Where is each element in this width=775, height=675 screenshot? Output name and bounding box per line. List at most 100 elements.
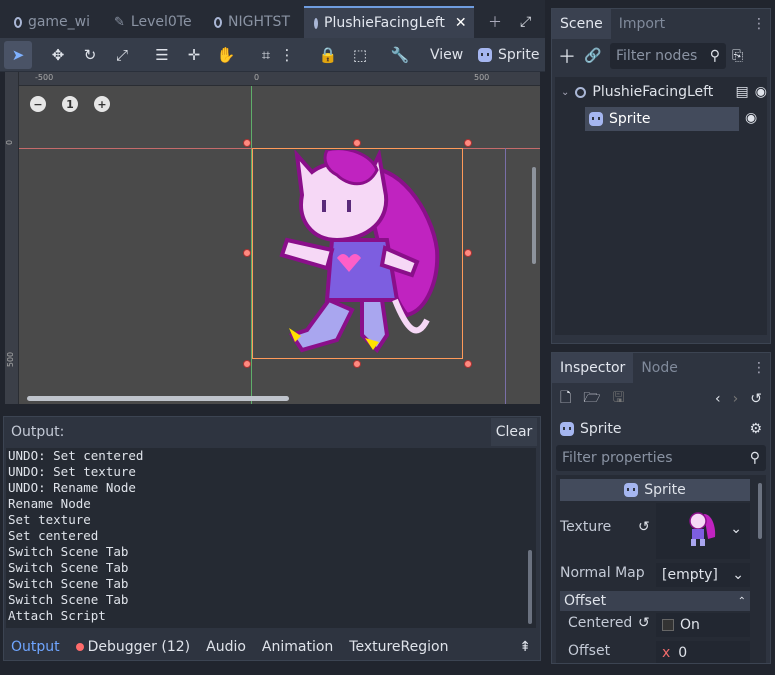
search-icon: ⚲ bbox=[749, 450, 760, 466]
menu-icon[interactable]: ⋮ bbox=[752, 360, 770, 376]
group-icon[interactable]: ⬚ bbox=[346, 41, 374, 69]
attach-script-icon[interactable]: ⎘ bbox=[732, 48, 752, 64]
chevron-down-icon[interactable]: ⌄ bbox=[561, 87, 569, 98]
inspector-toolbar: 🗋 🗁 🖫 ‹ › ↺ bbox=[552, 383, 770, 415]
offset-x-field[interactable]: x 0 bbox=[656, 641, 750, 663]
tab-import[interactable]: Import bbox=[611, 9, 673, 39]
tab-animation[interactable]: Animation bbox=[254, 639, 341, 655]
more-options-icon[interactable]: ⋮ bbox=[280, 41, 295, 69]
output-log[interactable]: UNDO: Set centered UNDO: Set texture UND… bbox=[8, 448, 528, 628]
output-scrollbar[interactable] bbox=[528, 550, 532, 624]
sprite-icon bbox=[589, 112, 603, 126]
checkbox-icon bbox=[662, 619, 674, 631]
zoom-reset-icon[interactable]: 1 bbox=[62, 96, 78, 112]
save-resource-icon[interactable]: 🖫 bbox=[613, 387, 625, 411]
close-icon[interactable]: ✕ bbox=[455, 15, 467, 31]
section-sprite[interactable]: Sprite bbox=[560, 479, 750, 501]
sprite-icon bbox=[478, 48, 492, 62]
filter-properties-input[interactable]: Filter properties ⚲ bbox=[556, 445, 766, 471]
inspector-scrollbar[interactable] bbox=[758, 483, 762, 539]
horizontal-scrollbar[interactable] bbox=[27, 396, 289, 401]
resize-handle-br[interactable] bbox=[464, 360, 472, 368]
chevron-up-icon: ⌃ bbox=[737, 595, 746, 607]
resize-handle-r[interactable] bbox=[464, 249, 472, 257]
texture-thumbnail-image bbox=[689, 512, 716, 546]
horizontal-ruler[interactable]: -500 0 500 bbox=[5, 72, 540, 86]
canvas-viewport[interactable]: − 1 + bbox=[5, 72, 540, 404]
scene-dock: Scene Import ⋮ ＋ 🔗 Filter nodes ⚲ ⎘ ⌄ Pl… bbox=[551, 8, 771, 344]
clear-button[interactable]: Clear bbox=[491, 418, 537, 446]
rotate-tool-icon[interactable]: ↻ bbox=[76, 41, 104, 69]
distraction-free-icon[interactable]: ⤢ bbox=[510, 6, 541, 38]
history-back-icon[interactable]: ‹ bbox=[715, 391, 721, 407]
menu-icon[interactable]: ⋮ bbox=[752, 16, 770, 32]
visibility-icon[interactable]: ◉ bbox=[755, 84, 767, 100]
object-properties-icon[interactable]: ⚙ bbox=[749, 421, 762, 437]
tab-textureregion[interactable]: TextureRegion bbox=[341, 639, 456, 655]
log-line: UNDO: Set centered bbox=[8, 448, 144, 463]
scale-tool-icon[interactable]: ⤢ bbox=[108, 41, 136, 69]
add-node-icon[interactable]: ＋ bbox=[558, 43, 578, 69]
history-forward-icon[interactable]: › bbox=[733, 391, 739, 407]
snap-icon[interactable]: ⌗ bbox=[252, 41, 280, 69]
vertical-scrollbar[interactable] bbox=[532, 167, 536, 264]
open-resource-icon[interactable]: 🗁 bbox=[583, 387, 600, 411]
object-history-icon[interactable]: ↺ bbox=[750, 391, 762, 407]
log-line: Rename Node bbox=[8, 496, 91, 511]
lock-icon[interactable]: 🔒 bbox=[314, 41, 342, 69]
pan-tool-icon[interactable]: ✋ bbox=[212, 41, 240, 69]
pivot-tool-icon[interactable]: ✛ bbox=[180, 41, 208, 69]
view-menu[interactable]: View bbox=[426, 41, 467, 69]
tab-inspector[interactable]: Inspector bbox=[552, 353, 634, 383]
add-scene-icon[interactable]: ＋ bbox=[478, 6, 512, 38]
tab-node[interactable]: Node bbox=[633, 353, 686, 383]
resize-handle-t[interactable] bbox=[353, 139, 361, 147]
select-tool-icon[interactable]: ➤ bbox=[4, 41, 32, 69]
normal-map-field[interactable]: [empty] ⌄ bbox=[656, 563, 750, 587]
inspector-dock: Inspector Node ⋮ 🗋 🗁 🖫 ‹ › ↺ Sprite ⚙ Fi… bbox=[551, 352, 771, 664]
filter-nodes-input[interactable]: Filter nodes ⚲ bbox=[610, 43, 726, 69]
tab-output[interactable]: Output bbox=[3, 639, 68, 655]
output-title: Output: bbox=[11, 424, 65, 440]
script-icon[interactable]: ▤ bbox=[736, 84, 749, 100]
list-select-icon[interactable]: ☰ bbox=[148, 41, 176, 69]
scene-dock-toolbar: ＋ 🔗 Filter nodes ⚲ ⎘ bbox=[552, 39, 770, 73]
chevron-down-icon[interactable]: ⌄ bbox=[730, 521, 742, 537]
zoom-out-icon[interactable]: − bbox=[30, 96, 46, 112]
centered-checkbox[interactable]: On bbox=[656, 613, 750, 637]
log-line: Switch Scene Tab bbox=[8, 560, 129, 575]
scene-tab-game-wi[interactable]: game_wi bbox=[4, 6, 100, 38]
plushie-sprite-image[interactable] bbox=[267, 150, 447, 360]
tree-node-root[interactable]: ⌄ PlushieFacingLeft ▤ ◉ bbox=[561, 81, 767, 103]
resize-handle-tr[interactable] bbox=[464, 139, 472, 147]
new-resource-icon[interactable]: 🗋 bbox=[560, 387, 571, 411]
search-icon: ⚲ bbox=[709, 48, 720, 64]
texture-preview[interactable]: ⌄ bbox=[656, 503, 750, 559]
instance-scene-icon[interactable]: 🔗 bbox=[584, 48, 604, 64]
tab-debugger[interactable]: Debugger (12) bbox=[68, 639, 198, 655]
resize-handle-b[interactable] bbox=[353, 360, 361, 368]
section-offset[interactable]: Offset ⌃ bbox=[560, 591, 750, 611]
normal-map-label: Normal Map bbox=[560, 565, 645, 581]
pin-panel-icon[interactable]: ⇞ bbox=[511, 639, 541, 655]
scene-tab-nightst[interactable]: NIGHTST bbox=[204, 6, 300, 38]
skeleton-icon[interactable]: 🔧 bbox=[386, 41, 414, 69]
revert-icon[interactable]: ↺ bbox=[638, 519, 650, 535]
resize-handle-bl[interactable] bbox=[243, 360, 251, 368]
revert-icon[interactable]: ↺ bbox=[638, 615, 650, 631]
zoom-in-icon[interactable]: + bbox=[94, 96, 110, 112]
tab-audio[interactable]: Audio bbox=[198, 639, 254, 655]
move-tool-icon[interactable]: ✥ bbox=[44, 41, 72, 69]
scene-tab-plushiefacingleft[interactable]: PlushieFacingLeft ✕ bbox=[304, 6, 474, 38]
texture-label: Texture bbox=[560, 519, 612, 535]
scene-tab-level0te[interactable]: ✎ Level0Te bbox=[104, 6, 200, 38]
visibility-icon[interactable]: ◉ bbox=[745, 110, 757, 126]
resize-handle-tl[interactable] bbox=[243, 139, 251, 147]
sprite-icon bbox=[560, 422, 574, 436]
node-icon bbox=[314, 17, 318, 29]
sprite-menu[interactable]: Sprite bbox=[474, 41, 544, 69]
tree-node-sprite[interactable]: Sprite bbox=[585, 107, 739, 131]
vertical-ruler[interactable]: 0 500 bbox=[5, 72, 19, 404]
resize-handle-l[interactable] bbox=[243, 249, 251, 257]
tab-scene[interactable]: Scene bbox=[552, 9, 611, 39]
